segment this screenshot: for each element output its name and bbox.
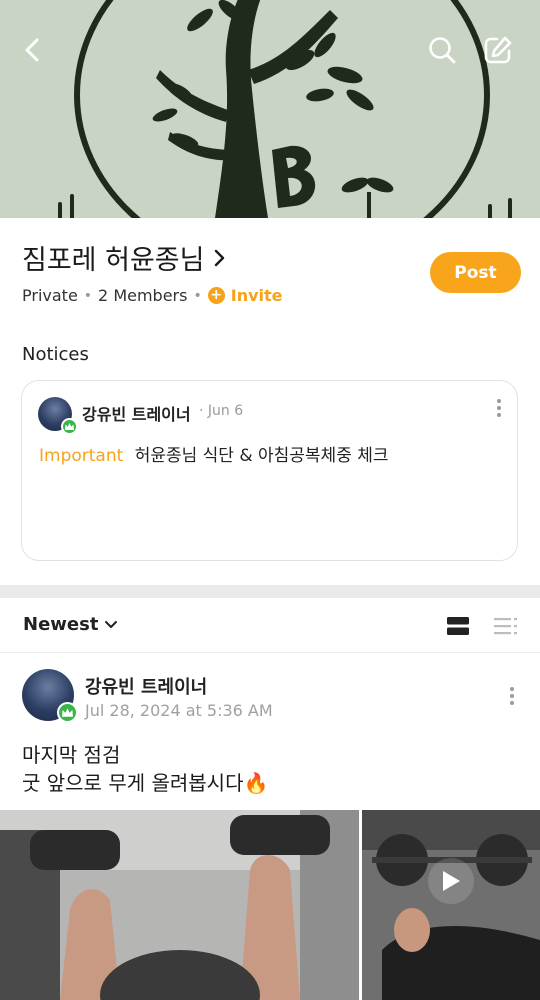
play-icon[interactable] (428, 858, 474, 904)
workout-photo (0, 810, 359, 1000)
notice-date: · Jun 6 (199, 403, 244, 419)
notice-text: Important 허윤종님 식단 & 아침공복체중 체크 (39, 441, 389, 466)
group-meta: Private • 2 Members • + Invite (22, 286, 283, 305)
sort-label: Newest (23, 614, 99, 635)
notice-author[interactable]: 강유빈 트레이너 (82, 401, 191, 425)
group-title-text: 짐포레 허윤종님 (22, 245, 205, 276)
post-media-video[interactable] (0, 810, 359, 1000)
post-body: 마지막 점검 굿 앞으로 무게 올려봅시다🔥 (22, 741, 268, 797)
invite-label: Invite (230, 286, 283, 305)
divider (0, 652, 540, 653)
notice-card[interactable]: 강유빈 트레이너 · Jun 6 Important 허윤종님 식단 & 아침공… (21, 380, 518, 561)
avatar[interactable] (38, 397, 78, 435)
search-button[interactable] (422, 30, 462, 70)
chevron-right-icon (215, 249, 225, 266)
crown-badge-icon (57, 702, 78, 723)
post-line: 굿 앞으로 무게 올려봅시다🔥 (22, 771, 269, 795)
group-title[interactable]: 짐포레 허윤종님 (22, 238, 228, 277)
post-button-label: Post (454, 262, 497, 283)
post-button[interactable]: Post (430, 252, 521, 293)
back-icon (25, 38, 39, 62)
member-count[interactable]: 2 Members (98, 286, 187, 305)
important-tag: Important (39, 446, 124, 466)
crown-badge-icon (61, 418, 78, 435)
invite-button[interactable]: + Invite (207, 286, 283, 305)
notice-body: 허윤종님 식단 & 아침공복체중 체크 (134, 446, 389, 466)
list-view-icon[interactable] (494, 616, 518, 636)
search-icon (429, 37, 456, 64)
compose-icon (484, 36, 512, 64)
notices-heading: Notices (22, 344, 89, 365)
post-media-video[interactable] (362, 810, 540, 1000)
workout-photo (362, 810, 540, 1000)
separator-dot: • (83, 287, 93, 304)
post-author-avatar[interactable] (22, 669, 78, 723)
plus-circle-icon: + (207, 287, 225, 304)
compose-button[interactable] (478, 30, 518, 70)
separator-dot: • (193, 287, 202, 304)
more-options-icon[interactable] (502, 684, 522, 708)
more-options-icon[interactable] (489, 396, 509, 420)
post-author[interactable]: 강유빈 트레이너 (85, 673, 207, 699)
back-button[interactable] (12, 30, 52, 70)
card-view-icon[interactable] (446, 616, 470, 636)
post-date: Jul 28, 2024 at 5:36 AM (85, 701, 273, 720)
privacy-label: Private (22, 286, 78, 305)
group-cover-image (0, 0, 540, 218)
chevron-down-icon (105, 620, 118, 628)
post-line: 마지막 점검 (22, 743, 121, 767)
section-divider (0, 585, 540, 598)
sort-dropdown[interactable]: Newest (23, 614, 118, 635)
